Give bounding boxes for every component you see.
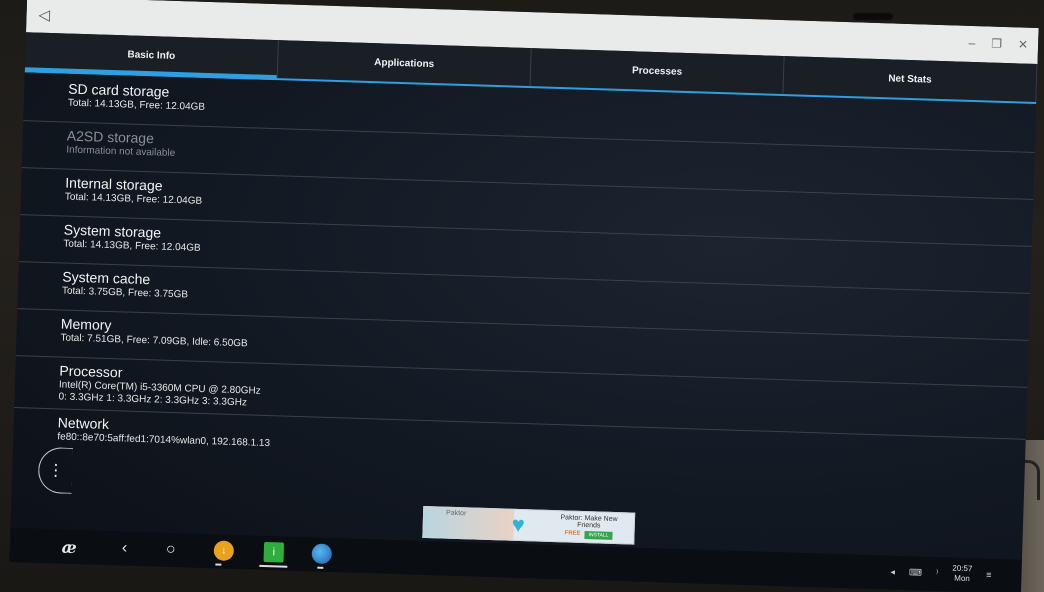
info-list: SD card storage Total: 14.13GB, Free: 12… [13, 74, 1037, 487]
restore-icon[interactable]: ❐ [991, 37, 1002, 51]
screen: ◁ – ❐ ✕ Basic Info Applications Processe… [9, 0, 1039, 592]
tab-label: Processes [631, 64, 683, 78]
ad-price: FREE [564, 530, 581, 537]
ad-actions: FREE INSTALL [564, 530, 613, 540]
download-app-icon[interactable]: ↓ [213, 540, 235, 562]
system-tray: ◂ ⌨ ⁾ 20:57 Mon ≡ [890, 562, 992, 585]
tab-label: Applications [374, 56, 435, 70]
ad-headline-2: Friends [577, 521, 601, 530]
ad-banner[interactable]: Paktor ♥ Paktor: Make New Friends FREE I… [422, 505, 636, 545]
tab-net-stats[interactable]: Net Stats [783, 56, 1038, 102]
clock[interactable]: 20:57 Mon [952, 563, 973, 585]
active-indicator [259, 564, 288, 568]
keyboard-icon[interactable]: ⌨ [909, 567, 922, 578]
laptop-bezel: ◁ – ❐ ✕ Basic Info Applications Processe… [0, 0, 1044, 592]
launcher-logo-icon[interactable]: æ [62, 536, 78, 558]
tab-label: Net Stats [888, 72, 932, 86]
running-indicator [317, 566, 324, 569]
system-info-app-icon[interactable]: i [263, 541, 285, 563]
clock-day: Mon [954, 573, 970, 584]
tab-basic-info[interactable]: Basic Info [24, 32, 279, 79]
back-icon[interactable]: ◁ [38, 6, 50, 24]
minimize-icon[interactable]: – [968, 36, 975, 50]
tab-label: Basic Info [127, 48, 176, 62]
running-indicator [215, 563, 222, 566]
ad-logo: Paktor [445, 509, 467, 518]
tab-applications[interactable]: Applications [277, 40, 532, 87]
clock-time: 20:57 [952, 563, 973, 574]
webcam [852, 12, 894, 21]
menu-icon[interactable]: ≡ [986, 570, 992, 580]
ad-image: Paktor ♥ [423, 506, 525, 540]
browser-app-icon[interactable] [311, 543, 333, 565]
ad-install-button[interactable]: INSTALL [584, 531, 613, 540]
close-icon[interactable]: ✕ [1018, 37, 1028, 51]
tab-processes[interactable]: Processes [530, 48, 785, 95]
tray-expand-icon[interactable]: ◂ [890, 566, 895, 577]
more-vert-icon: ⋮ [47, 462, 65, 480]
nav-home-icon[interactable]: ○ [165, 539, 176, 561]
heart-icon: ♥ [511, 511, 526, 538]
wifi-icon[interactable]: ⁾ [936, 568, 939, 579]
window-controls: – ❐ ✕ [968, 36, 1028, 52]
nav-back-icon[interactable]: ‹ [121, 537, 128, 559]
